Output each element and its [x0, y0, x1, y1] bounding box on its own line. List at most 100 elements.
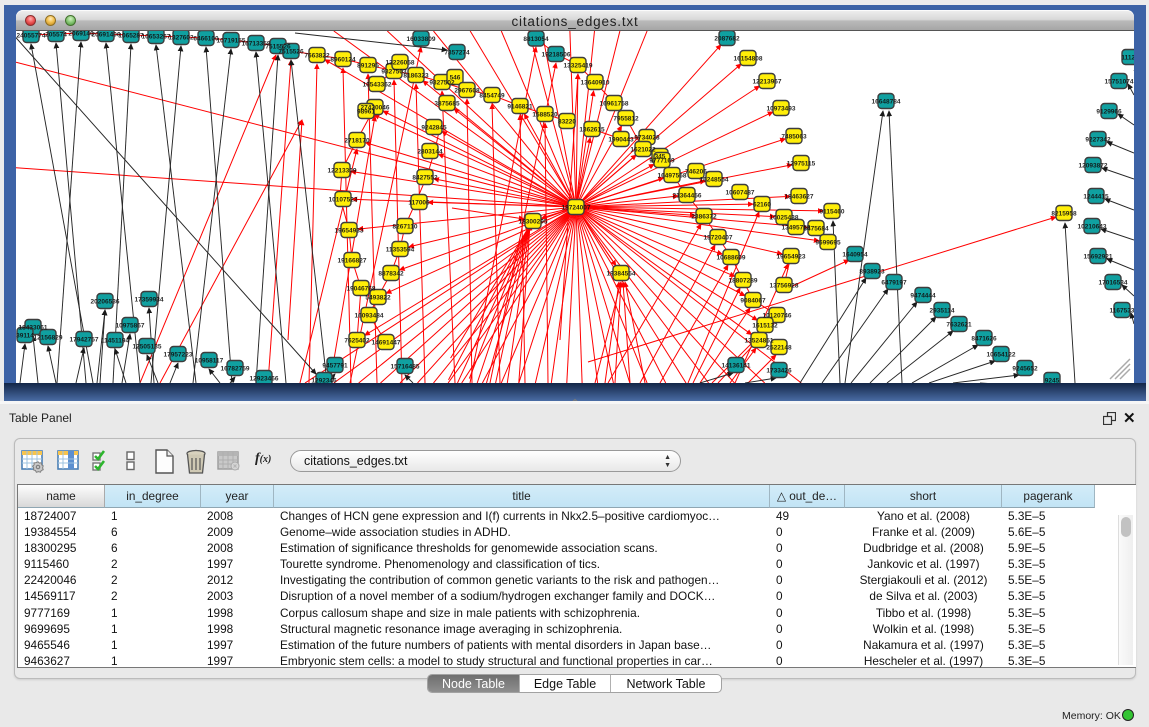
- svg-text:19384554: 19384554: [607, 271, 636, 278]
- svg-text:2718170: 2718170: [344, 138, 370, 145]
- svg-text:15720407: 15720407: [704, 235, 733, 242]
- svg-text:12213309: 12213309: [328, 168, 357, 175]
- svg-text:17359934: 17359934: [135, 297, 164, 304]
- svg-text:8215958: 8215958: [1051, 211, 1077, 218]
- svg-text:10607487: 10607487: [726, 190, 755, 197]
- svg-text:16154808: 16154808: [734, 56, 763, 63]
- svg-text:8960124: 8960124: [330, 57, 356, 64]
- svg-text:19654923: 19654923: [777, 254, 806, 261]
- svg-text:13524851: 13524851: [745, 338, 774, 345]
- svg-text:14691447: 14691447: [372, 340, 401, 347]
- svg-text:8471626: 8471626: [971, 336, 997, 343]
- svg-text:19046768: 19046768: [347, 286, 376, 293]
- svg-text:13756928: 13756928: [770, 283, 799, 290]
- svg-text:12505135: 12505135: [133, 344, 162, 351]
- svg-text:9129966: 9129966: [1096, 109, 1122, 116]
- svg-text:16648784: 16648784: [872, 99, 901, 106]
- svg-text:83220: 83220: [558, 119, 576, 126]
- svg-text:8878342: 8878342: [378, 271, 404, 278]
- svg-text:2935114: 2935114: [930, 308, 955, 315]
- svg-text:62160: 62160: [753, 202, 771, 209]
- svg-text:10958117: 10958117: [195, 358, 224, 365]
- svg-text:10654122: 10654122: [987, 352, 1016, 359]
- svg-text:24055774: 24055774: [17, 33, 46, 40]
- svg-text:16248554: 16248554: [700, 177, 729, 184]
- svg-text:1621022: 1621022: [630, 147, 656, 154]
- svg-text:2069146: 2069146: [68, 31, 94, 38]
- svg-text:1990443: 1990443: [608, 137, 634, 144]
- svg-text:7515526: 7515526: [278, 49, 304, 56]
- svg-text:15751074: 15751074: [1105, 79, 1134, 86]
- svg-text:19654933: 19654933: [335, 228, 364, 235]
- svg-text:12975115: 12975115: [787, 161, 816, 168]
- svg-text:16497568: 16497568: [658, 173, 687, 180]
- svg-text:7663822: 7663822: [304, 53, 330, 60]
- svg-text:10120746: 10120746: [763, 313, 792, 320]
- svg-text:15692921: 15692921: [1084, 254, 1113, 261]
- svg-text:7632621: 7632621: [946, 322, 972, 329]
- svg-text:12156829: 12156829: [34, 335, 63, 342]
- svg-text:9474444: 9474444: [910, 293, 936, 300]
- svg-text:11353594: 11353594: [386, 247, 415, 254]
- svg-text:13226058: 13226058: [386, 60, 415, 67]
- svg-text:13640910: 13640910: [581, 80, 610, 87]
- svg-text:98961: 98961: [357, 109, 375, 116]
- svg-text:7955812: 7955812: [613, 116, 639, 123]
- svg-text:10975867: 10975867: [116, 323, 145, 330]
- svg-text:1292346: 1292346: [311, 378, 337, 384]
- svg-text:8475684: 8475684: [803, 226, 829, 233]
- svg-text:1733426: 1733426: [766, 368, 792, 375]
- svg-text:9242845: 9242845: [421, 125, 447, 132]
- svg-text:16543362: 16543362: [363, 82, 392, 89]
- svg-text:9734028: 9734028: [634, 135, 660, 142]
- svg-text:9699695: 9699695: [815, 240, 841, 247]
- svg-text:8427552: 8427552: [412, 175, 438, 182]
- svg-text:10973493: 10973493: [767, 106, 796, 113]
- svg-text:1588520: 1588520: [532, 112, 558, 119]
- svg-text:9245652: 9245652: [1012, 366, 1038, 373]
- svg-text:8813054: 8813054: [523, 36, 549, 43]
- svg-text:19166827: 19166827: [338, 258, 367, 265]
- svg-text:9115460: 9115460: [820, 209, 845, 216]
- svg-text:5493822: 5493822: [365, 295, 391, 302]
- svg-text:2803144: 2803144: [417, 149, 443, 156]
- svg-text:10107523: 10107523: [329, 197, 358, 204]
- svg-text:3875685: 3875685: [434, 101, 460, 108]
- svg-text:39114: 39114: [16, 333, 34, 340]
- svg-text:2967608: 2967608: [454, 88, 480, 95]
- svg-text:19218506: 19218506: [542, 52, 571, 59]
- svg-text:15716485: 15716485: [391, 364, 420, 371]
- svg-text:8454749: 8454749: [479, 93, 505, 100]
- svg-text:746206: 746206: [685, 169, 707, 176]
- svg-text:2087682: 2087682: [714, 36, 740, 43]
- svg-text:21364456: 21364456: [673, 193, 702, 200]
- svg-text:18463627: 18463627: [785, 194, 814, 201]
- svg-text:13325419: 13325419: [564, 63, 593, 70]
- svg-text:16093484: 16093484: [355, 313, 384, 320]
- svg-text:9245: 9245: [1045, 378, 1060, 384]
- svg-text:17942757: 17942757: [70, 337, 99, 344]
- svg-text:16782759: 16782759: [221, 366, 250, 373]
- svg-text:12213967: 12213967: [753, 79, 782, 86]
- svg-text:17957223: 17957223: [164, 352, 193, 359]
- svg-text:14136141: 14136141: [722, 363, 751, 370]
- svg-text:2386372: 2386372: [691, 214, 717, 221]
- svg-text:9227342: 9227342: [1085, 137, 1111, 144]
- svg-text:16033809: 16033809: [407, 36, 436, 43]
- svg-text:7357274: 7357274: [444, 50, 470, 57]
- svg-text:6479197: 6479197: [881, 280, 907, 287]
- svg-text:12923466: 12923466: [250, 376, 279, 383]
- svg-text:9777169: 9777169: [649, 158, 675, 165]
- svg-text:11123: 11123: [1121, 55, 1134, 62]
- svg-text:2522148: 2522148: [766, 345, 792, 352]
- svg-text:8186323: 8186323: [403, 73, 429, 80]
- svg-text:117006: 117006: [408, 200, 430, 207]
- svg-text:18724007: 18724007: [562, 205, 591, 212]
- svg-text:9084067: 9084067: [740, 298, 766, 305]
- svg-text:205574: 205574: [45, 32, 67, 39]
- svg-text:10025438: 10025438: [770, 215, 799, 222]
- svg-text:10688609: 10688609: [717, 255, 746, 262]
- svg-text:1167533: 1167533: [1110, 308, 1134, 315]
- svg-text:7625402: 7625402: [344, 338, 370, 345]
- svg-text:1640954: 1640954: [842, 252, 868, 259]
